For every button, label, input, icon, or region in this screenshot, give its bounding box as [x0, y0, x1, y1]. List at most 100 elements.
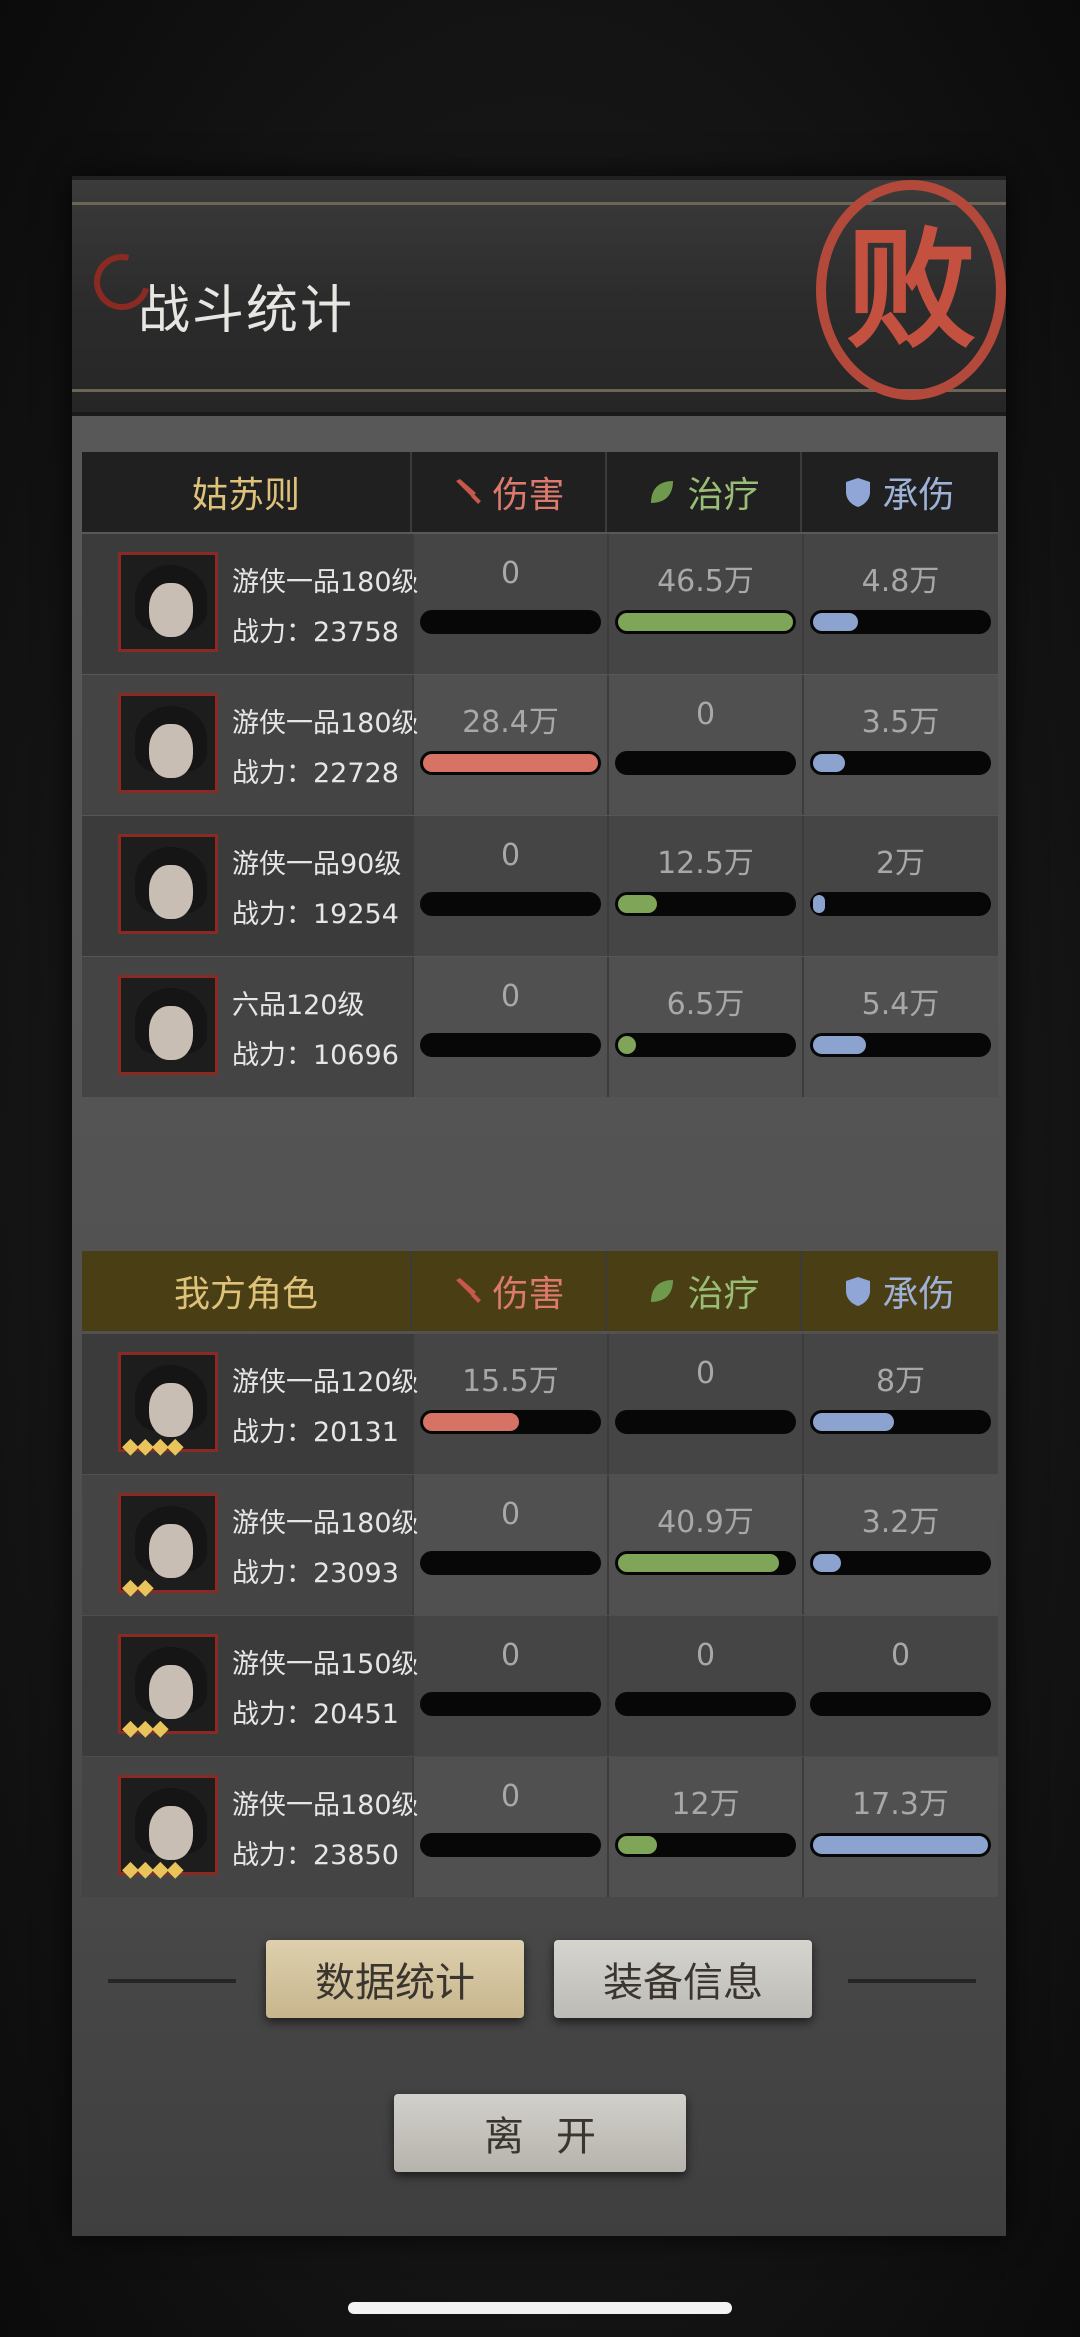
tank-bar-fill	[813, 613, 859, 631]
tank-bar	[810, 1033, 991, 1057]
member-rank: 游侠一品90级	[232, 849, 402, 880]
heal-bar	[615, 1033, 796, 1057]
equipment-info-button[interactable]: 装备信息	[554, 1940, 812, 2018]
heal-bar	[615, 610, 796, 634]
star-rating: ◆◆◆◆	[122, 1857, 184, 1882]
ally-team-name: 我方角色	[173, 1274, 318, 1315]
heal-bar	[615, 1410, 796, 1434]
tank-stat-cell: 17.3万	[802, 1757, 997, 1897]
member-power: 战力：20451	[232, 1699, 399, 1730]
heal-bar-fill	[618, 1554, 779, 1572]
member-rank: 游侠一品180级	[232, 1508, 419, 1539]
damage-column-label: 伤害	[492, 1274, 565, 1315]
tank-bar-fill	[813, 1036, 866, 1054]
tank-column-label: 承伤	[882, 1274, 955, 1315]
heal-bar-fill	[618, 1836, 657, 1854]
heal-value: 12.5万	[657, 846, 754, 881]
damage-stat-cell: 0	[412, 816, 607, 956]
ally-member-row: ◆◆◆◆ 游侠一品180级 战力：23850 0 12万 17.3万	[82, 1757, 998, 1897]
member-power: 战力：23850	[232, 1840, 399, 1871]
left-divider	[108, 1979, 236, 1983]
sword-icon	[456, 479, 482, 504]
tank-stat-cell: 5.4万	[802, 957, 997, 1097]
leave-button[interactable]: 离开	[394, 2094, 686, 2172]
enemy-member-row: 游侠一品90级 战力：19254 0 12.5万 2万	[82, 816, 998, 956]
avatar-face	[149, 865, 193, 919]
tank-value: 17.3万	[852, 1787, 949, 1822]
heal-stat-cell: 40.9万	[607, 1475, 802, 1615]
member-power: 战力：22728	[232, 758, 399, 789]
damage-bar	[420, 610, 601, 634]
heal-stat-cell: 12.5万	[607, 816, 802, 956]
avatar[interactable]	[118, 552, 218, 652]
enemy-damage-header: 伤害	[412, 452, 607, 532]
member-info: 六品120级 战力：10696	[82, 957, 412, 1097]
member-rank: 游侠一品180级	[232, 708, 419, 739]
shield-icon	[846, 478, 871, 507]
tank-bar	[810, 1551, 991, 1575]
damage-bar-fill	[423, 754, 598, 772]
tank-stat-cell: 4.8万	[802, 534, 997, 674]
member-power: 战力：23758	[232, 617, 399, 648]
tank-bar	[810, 1692, 991, 1716]
tank-bar	[810, 1410, 991, 1434]
enemy-team-name: 姑苏则	[191, 475, 300, 516]
damage-stat-cell: 0	[412, 1757, 607, 1897]
member-info: 游侠一品90级 战力：19254	[82, 816, 412, 956]
title-trim-bottom	[72, 389, 1006, 392]
damage-bar	[420, 1410, 601, 1434]
ally-team-header: 我方角色 伤害 治疗 承伤	[82, 1251, 998, 1331]
tank-value: 2万	[875, 846, 926, 881]
tank-bar-fill	[813, 1413, 894, 1431]
tank-value: 4.8万	[861, 564, 940, 599]
tank-bar-fill	[813, 1554, 841, 1572]
ally-member-row: ◆◆◆◆ 游侠一品120级 战力：20131 15.5万 0 8万	[82, 1334, 998, 1474]
heal-stat-cell: 46.5万	[607, 534, 802, 674]
damage-stat-cell: 0	[412, 534, 607, 674]
avatar[interactable]	[118, 975, 218, 1075]
heal-bar-fill	[618, 1036, 636, 1054]
damage-value: 0	[500, 838, 521, 873]
damage-value: 0	[500, 1638, 521, 1673]
member-info: ◆◆ 游侠一品180级 战力：23093	[82, 1475, 419, 1615]
avatar[interactable]	[118, 834, 218, 934]
page-title: 战斗统计	[138, 281, 355, 341]
damage-stat-cell: 28.4万	[412, 675, 607, 815]
member-rank: 游侠一品120级	[232, 1367, 419, 1398]
defeat-seal: 败	[816, 180, 1006, 400]
heal-stat-cell: 6.5万	[607, 957, 802, 1097]
heal-bar	[615, 892, 796, 916]
ally-member-row: ◆◆◆ 游侠一品150级 战力：20451 0 0 0	[82, 1616, 998, 1756]
home-indicator[interactable]	[348, 2302, 732, 2314]
tank-stat-cell: 3.5万	[802, 675, 997, 815]
tank-stat-cell: 8万	[802, 1334, 997, 1474]
sword-icon	[456, 1278, 482, 1303]
heal-stat-cell: 12万	[607, 1757, 802, 1897]
enemy-team-name-cell: 姑苏则	[82, 452, 412, 532]
tank-bar	[810, 610, 991, 634]
tank-bar	[810, 1833, 991, 1857]
member-power: 战力：10696	[232, 1040, 399, 1071]
damage-column-label: 伤害	[492, 475, 565, 516]
heal-column-label: 治疗	[687, 1274, 760, 1315]
damage-value: 0	[500, 556, 521, 591]
ally-team-name-cell: 我方角色	[82, 1251, 412, 1331]
heal-bar	[615, 1833, 796, 1857]
data-stats-button[interactable]: 数据统计	[266, 1940, 524, 2018]
damage-bar	[420, 1833, 601, 1857]
avatar[interactable]	[118, 693, 218, 793]
tank-stat-cell: 2万	[802, 816, 997, 956]
heal-value: 0	[695, 1356, 716, 1391]
enemy-team-header: 姑苏则 伤害 治疗 承伤	[82, 452, 998, 532]
member-info: ◆◆◆◆ 游侠一品180级 战力：23850	[82, 1757, 419, 1897]
leaf-icon	[651, 1280, 674, 1302]
enemy-member-row: 游侠一品180级 战力：22728 28.4万 0 3.5万	[82, 675, 998, 815]
member-rank: 游侠一品180级	[232, 567, 419, 598]
tank-value: 3.2万	[861, 1505, 940, 1540]
member-info: ◆◆◆ 游侠一品150级 战力：20451	[82, 1616, 419, 1756]
damage-bar	[420, 751, 601, 775]
shield-icon	[846, 1277, 871, 1306]
damage-stat-cell: 0	[412, 957, 607, 1097]
right-divider	[848, 1979, 976, 1983]
damage-value: 15.5万	[462, 1364, 559, 1399]
